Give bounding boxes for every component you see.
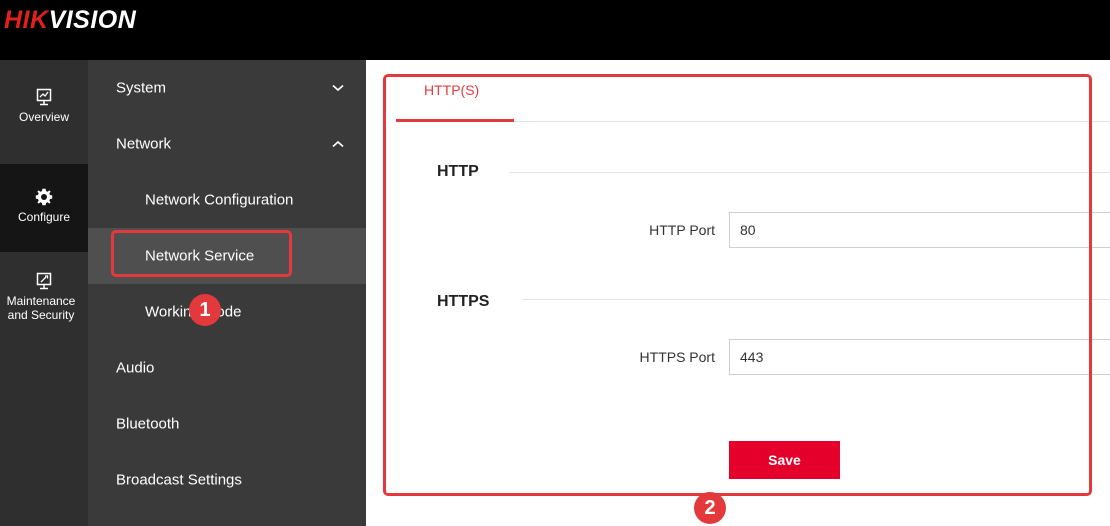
nav-overview[interactable]: Overview [0, 88, 88, 138]
content-highlight-box [383, 74, 1092, 496]
main-navigation-rail: Overview Configure Maintenance and Secur… [0, 60, 88, 526]
step-2-badge: 2 [694, 492, 726, 524]
menu-audio[interactable]: Audio [88, 340, 366, 396]
top-bar: HIKVISION [0, 0, 1110, 60]
menu-working-mode[interactable]: Working Mode [88, 284, 366, 340]
menu-network-configuration[interactable]: Network Configuration [88, 172, 366, 228]
menu-system-label: System [116, 79, 167, 97]
nav-maintenance-label: Maintenance [6, 294, 76, 308]
chevron-up-icon [332, 140, 344, 148]
gear-icon [35, 188, 53, 206]
config-submenu: System Network Network Configuration Net… [88, 60, 366, 526]
step-1-badge: 1 [189, 294, 221, 326]
nav-configure[interactable]: Configure [0, 164, 88, 252]
menu-bluetooth-label: Bluetooth [116, 415, 180, 433]
nav-configure-label: Configure [17, 210, 71, 224]
overview-icon [36, 88, 52, 106]
nav-overview-label: Overview [18, 110, 69, 124]
menu-audio-label: Audio [116, 359, 155, 377]
maintenance-icon [36, 272, 52, 290]
menu-system[interactable]: System [88, 60, 366, 116]
nav-security-label: and Security [7, 308, 75, 322]
menu-bluetooth[interactable]: Bluetooth [88, 396, 366, 452]
menu-network-configuration-label: Network Configuration [145, 191, 294, 209]
nav-maintenance-security[interactable]: Maintenance and Security [0, 272, 88, 342]
menu-broadcast-settings-label: Broadcast Settings [116, 471, 242, 489]
menu-broadcast-settings[interactable]: Broadcast Settings [88, 452, 366, 508]
chevron-down-icon [332, 84, 344, 92]
hikvision-logo: HIKVISION [4, 6, 137, 34]
menu-highlight-box [111, 230, 292, 277]
menu-network-label: Network [116, 135, 172, 153]
menu-network[interactable]: Network [88, 116, 366, 172]
